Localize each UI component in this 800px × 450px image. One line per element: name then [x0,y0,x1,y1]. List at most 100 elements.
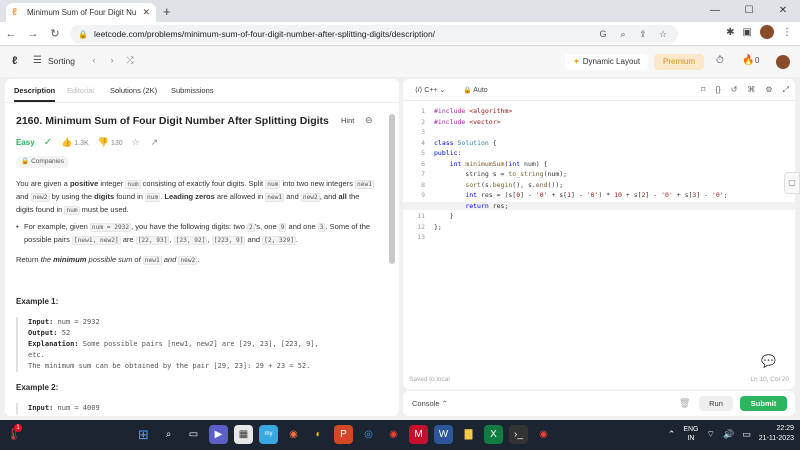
chat-bubble-icon[interactable]: 💬 [761,354,776,368]
reset-icon[interactable]: ↺ [731,85,738,95]
run-button[interactable]: Run [699,396,733,411]
code-line: string s = to_string(num); [434,170,568,178]
share-icon[interactable]: ⇪ [636,29,650,40]
companies-tag[interactable]: 🔒 Companies [16,156,69,168]
code-line: class Solution { [434,138,497,147]
firefox-icon[interactable]: ◉ [284,425,303,444]
leetcode-logo-icon[interactable]: ℓ [12,55,17,67]
trash-icon[interactable]: 🗑 [679,398,690,409]
volume-icon[interactable]: 🔊 [723,429,734,440]
likes-count: 1.3K [74,140,89,147]
close-window-icon[interactable]: ✕ [766,0,800,22]
mcafee-icon[interactable]: M [409,425,428,444]
language-select[interactable]: ⟨/⟩ C++ ⌄ [415,86,445,94]
chevron-up-icon: ⌃ [441,399,448,408]
chrome-menu-icon[interactable]: ⋮ [782,27,792,38]
more-options-icon[interactable]: ⊖ [365,115,373,126]
excel-icon[interactable]: X [484,425,503,444]
share-link-icon[interactable]: ↗ [151,137,161,148]
reload-icon[interactable]: ↻ [44,27,66,40]
forward-icon[interactable]: → [22,28,44,40]
settings-icon[interactable]: ⚙ [765,85,772,95]
problem-list-label[interactable]: Sorting [48,56,75,66]
premium-button[interactable]: Premium [654,54,705,70]
omnibox[interactable]: 🔒 leetcode.com/problems/minimum-sum-of-f… [70,25,678,43]
prev-problem-icon[interactable]: ‹ [88,55,100,66]
task-view-icon[interactable]: ▭ [184,425,203,444]
auto-mode[interactable]: 🔒 Auto [463,86,488,94]
bookmark-icon[interactable]: ⌑ [701,85,705,95]
line-number: 7 [421,170,425,178]
user-avatar[interactable] [776,55,790,69]
extensions-icon[interactable]: ✱ [726,27,734,38]
zoom-icon[interactable]: ⌕ [616,29,630,40]
url-text[interactable]: leetcode.com/problems/minimum-sum-of-fou… [94,29,590,39]
problem-meta-row: Easy ✓ 👍 1.3K 👎 130 ☆ ↗ [16,137,160,148]
back-icon[interactable]: ← [0,28,22,40]
search-icon[interactable]: ⌕ [159,425,178,444]
lang-line2: IN [687,435,695,442]
return-statement: Return the minimum possible sum of new1 … [16,255,200,265]
dynamic-layout-button[interactable]: ✦ Dynamic Layout [565,54,649,70]
edge-icon[interactable]: ◎ [359,425,378,444]
file-icon[interactable]: ◐ [309,425,328,444]
close-tab-icon[interactable]: ✕ [142,7,150,18]
terminal-icon[interactable]: ›_ [509,425,528,444]
minimize-icon[interactable]: — [698,0,732,22]
tab-description[interactable]: Description [14,86,56,102]
store-icon[interactable]: ▦ [234,425,253,444]
example-bullet: For example, given num = 2932, you have … [16,221,376,247]
dislikes-button[interactable]: 👎 130 [98,137,123,148]
side-panel-handle[interactable]: ▢ [784,172,800,194]
new-tab-button[interactable]: + [163,4,171,19]
tab-editorial[interactable]: Editorial [67,86,94,95]
leetcode-favicon-icon: ℓ [12,6,17,18]
clock[interactable]: 22:29 21-11-2023 [759,424,794,444]
mysql-workbench-icon[interactable]: my [259,425,278,444]
likes-button[interactable]: 👍 1.3K [61,137,89,148]
tab-solutions[interactable]: Solutions (2K) [110,86,157,95]
taskbar-apps: ⊞ ⌕ ▭ ▶ ▦ my ◉ ◐ P ◎ ◉ M W ▇ X ›_ ◉ [134,425,553,444]
code-line: #include <vector> [434,117,501,126]
chrome-profile-icon[interactable]: ◉ [534,425,553,444]
chrome-icon[interactable]: ◉ [384,425,403,444]
console-toggle[interactable]: Console ⌃ [412,399,448,408]
powerpoint-icon[interactable]: P [334,425,353,444]
language-indicator[interactable]: ENG IN [683,425,698,443]
hint-button[interactable]: Hint [341,116,354,125]
thumbs-up-icon: 👍 [61,137,73,147]
teams-icon[interactable]: ▶ [209,425,228,444]
shuffle-icon[interactable]: ⤮ [124,55,136,66]
bookmark-star-icon[interactable]: ☆ [656,29,670,40]
line-number: 13 [417,233,425,241]
google-icon[interactable]: G [596,29,610,39]
wifi-icon[interactable]: ⌔ [707,429,715,440]
lock-icon: 🔒 [21,158,30,165]
lock-icon[interactable]: 🔒 [78,30,88,39]
word-icon[interactable]: W [434,425,453,444]
windows-start-icon[interactable]: ⊞ [134,425,153,444]
profile-avatar[interactable] [760,25,774,39]
code-line-active: return res; [403,201,795,210]
timer-icon[interactable]: ⏱ [716,55,724,66]
browser-tab[interactable]: ℓ Minimum Sum of Four Digit Nu ✕ [6,3,156,22]
language-label: C++ [424,87,438,94]
tab-submissions[interactable]: Submissions [171,86,214,95]
maximize-icon[interactable]: ☐ [732,0,766,22]
file-explorer-icon[interactable]: ▇ [459,425,478,444]
next-problem-icon[interactable]: › [106,55,118,66]
shortcut-icon[interactable]: ⌘ [747,85,755,95]
windows-taskbar: 🌡 1 ⊞ ⌕ ▭ ▶ ▦ my ◉ ◐ P ◎ ◉ M W ▇ X ›_ ◉ … [0,420,800,450]
problem-list-icon[interactable]: ☰ [33,55,42,66]
expand-icon[interactable]: ⤢ [783,85,789,95]
favorite-star-icon[interactable]: ☆ [132,137,142,148]
submit-button[interactable]: Submit [740,396,787,411]
fire-icon[interactable]: 🔥 [742,55,754,66]
scrollbar-thumb[interactable] [389,114,395,264]
braces-icon[interactable]: {} [715,85,720,95]
weather-widget[interactable]: 🌡 1 [6,424,22,443]
chevron-up-icon[interactable]: ⌃ [668,429,676,440]
battery-icon[interactable]: ▭ [742,429,751,440]
description-scrollbar[interactable] [389,80,395,415]
side-panel-icon[interactable]: ▣ [743,27,752,38]
